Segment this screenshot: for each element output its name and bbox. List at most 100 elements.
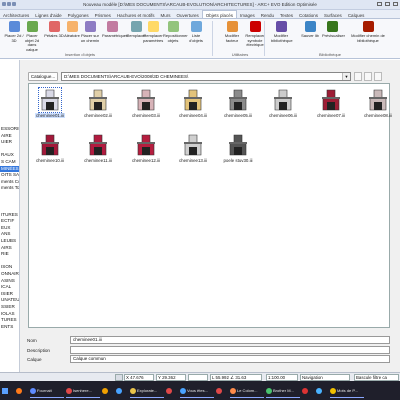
tree-item[interactable]: ANS bbox=[0, 231, 19, 238]
tab-13[interactable]: Calques bbox=[345, 11, 368, 18]
ribbon-button-13[interactable]: Sauver lib bbox=[300, 21, 320, 51]
tree-item[interactable]: AIRE bbox=[0, 133, 19, 140]
tree-item[interactable] bbox=[0, 67, 19, 74]
ribbon-button-9[interactable]: Liste d'objets bbox=[186, 21, 206, 51]
tree-item[interactable]: UNATEUR bbox=[0, 297, 19, 304]
filter-select[interactable]: Bascule filtre ca bbox=[354, 374, 399, 381]
tree-item[interactable]: ASINS bbox=[0, 278, 19, 285]
ribbon-button-4[interactable]: Placer sur un chemin bbox=[80, 21, 100, 51]
file-item[interactable]: cheminee05.iii bbox=[223, 88, 253, 122]
file-item[interactable]: cheminee11.iii bbox=[83, 133, 113, 167]
tab-7[interactable]: Objets placés bbox=[201, 10, 237, 18]
taskbar-app[interactable]: Fournait bbox=[30, 383, 64, 398]
taskbar-app[interactable] bbox=[102, 383, 114, 398]
tree-item[interactable]: ments Con bbox=[0, 179, 19, 186]
tree-item[interactable]: AIRS bbox=[0, 245, 19, 252]
taskbar-app[interactable] bbox=[216, 383, 228, 398]
tree-item[interactable] bbox=[0, 106, 19, 113]
tree-item[interactable] bbox=[0, 100, 19, 107]
tree-item[interactable]: S CAM bbox=[0, 159, 19, 166]
tree-item[interactable] bbox=[0, 258, 19, 265]
ribbon-button-10[interactable]: Modifier facteur bbox=[222, 21, 242, 51]
x-coord[interactable]: X 47.676 bbox=[124, 374, 154, 381]
taskbar-app[interactable]: Brother M... bbox=[266, 383, 300, 398]
file-item[interactable]: cheminee02.iii bbox=[83, 88, 113, 122]
tree-item[interactable]: LEUBS bbox=[0, 238, 19, 245]
length-angle[interactable]: L 55.992 ∠ 31.63 bbox=[210, 374, 262, 381]
tree-item[interactable] bbox=[0, 119, 19, 126]
tree-item[interactable] bbox=[0, 93, 19, 100]
tab-4[interactable]: Hachures et motifs bbox=[114, 11, 158, 18]
ribbon-button-1[interactable]: Placer objet 2d dans calque bbox=[22, 21, 42, 51]
tree-item[interactable]: ESSORIES bbox=[0, 126, 19, 133]
file-item[interactable]: cheminee07.iii bbox=[316, 88, 346, 122]
tree-item[interactable] bbox=[0, 198, 19, 205]
tab-5[interactable]: Murs bbox=[157, 11, 173, 18]
tree-item[interactable] bbox=[0, 60, 19, 67]
file-item[interactable]: cheminee10.iii bbox=[35, 133, 65, 167]
taskbar-app[interactable]: Isenhere... bbox=[66, 383, 100, 398]
tab-11[interactable]: Cotations bbox=[296, 11, 321, 18]
tree-item[interactable] bbox=[0, 337, 19, 344]
taskbar-app[interactable] bbox=[302, 383, 314, 398]
tree-item[interactable]: SSIER bbox=[0, 304, 19, 311]
tree-item[interactable]: ments Tom bbox=[0, 185, 19, 192]
tree-item[interactable]: IOLAS bbox=[0, 311, 19, 318]
ribbon-button-8[interactable]: Repositionner objets bbox=[163, 21, 188, 51]
tree-item[interactable]: EUX bbox=[0, 225, 19, 232]
catalog-button[interactable]: Catalogue... bbox=[28, 72, 58, 81]
tree-item[interactable] bbox=[0, 344, 19, 351]
file-item[interactable]: cheminee08.iii bbox=[363, 88, 393, 122]
window-controls[interactable] bbox=[374, 2, 398, 8]
ribbon-button-2[interactable]: Pétales 3D bbox=[44, 21, 64, 51]
ribbon-button-3[interactable]: Aléatoire bbox=[62, 21, 82, 51]
taskbar-app[interactable]: Vous êtes... bbox=[180, 383, 214, 398]
ribbon-button-5[interactable]: Paramétriques bbox=[102, 21, 128, 51]
tree-item[interactable] bbox=[0, 113, 19, 120]
tree-item[interactable] bbox=[0, 86, 19, 93]
tab-0[interactable]: Architectures bbox=[0, 11, 32, 18]
tree-item[interactable]: ENTS bbox=[0, 324, 19, 331]
tree-item[interactable]: RAUX bbox=[0, 152, 19, 159]
tree-item[interactable]: MINÉES bbox=[0, 165, 19, 173]
tab-12[interactable]: Surfaces bbox=[321, 11, 345, 18]
ribbon-button-14[interactable]: Prévisualiser bbox=[322, 21, 345, 51]
tree-item[interactable]: ITURES bbox=[0, 212, 19, 219]
ribbon-button-15[interactable]: Modifier chemin de bibliothèque bbox=[345, 21, 391, 51]
tree-item[interactable]: ECTIF bbox=[0, 218, 19, 225]
taskbar-app[interactable] bbox=[16, 383, 28, 398]
tree-item[interactable] bbox=[0, 350, 19, 357]
y-coord[interactable]: Y 29.362 bbox=[156, 374, 186, 381]
tab-10[interactable]: Textes bbox=[277, 11, 296, 18]
tree-item[interactable]: ISIER bbox=[0, 291, 19, 298]
mode-select[interactable]: Navigation bbox=[300, 374, 350, 381]
description-field[interactable] bbox=[70, 346, 390, 354]
file-item[interactable]: cheminee01.iii bbox=[35, 87, 65, 122]
tree-item[interactable]: ICAL bbox=[0, 284, 19, 291]
path-field[interactable]: D:\MES DOCUMENTS\ARCAUB-EVO\2008\3D CHEM… bbox=[61, 72, 351, 81]
tab-8[interactable]: Images bbox=[237, 11, 258, 18]
tree-item[interactable]: OITS SAN bbox=[0, 172, 19, 179]
tree-item[interactable]: ONNAIRES bbox=[0, 271, 19, 278]
tree-item[interactable] bbox=[0, 73, 19, 80]
scale-select[interactable]: 1:100.00 bbox=[266, 374, 298, 381]
ribbon-button-12[interactable]: Modifier bibliothèque bbox=[271, 21, 293, 51]
tab-1[interactable]: Lignes d'aide bbox=[32, 11, 64, 18]
tab-9[interactable]: Rendu bbox=[258, 11, 277, 18]
tree-item[interactable]: UIER bbox=[0, 139, 19, 146]
up-folder-icon[interactable] bbox=[354, 72, 362, 81]
taskbar-app[interactable] bbox=[316, 383, 328, 398]
file-list[interactable]: cheminee01.iii cheminee02.iii cheminee03.i… bbox=[28, 83, 393, 328]
tab-2[interactable]: Polygones bbox=[65, 11, 92, 18]
file-item[interactable]: cheminee06.iii bbox=[268, 88, 298, 122]
tree-item[interactable] bbox=[0, 80, 19, 87]
chevron-down-icon[interactable]: ▼ bbox=[342, 73, 350, 80]
ribbon-button-7[interactable]: Remplacer paramètres bbox=[143, 21, 163, 51]
taskbar-app[interactable] bbox=[116, 383, 128, 398]
tree-item[interactable] bbox=[0, 205, 19, 212]
view-mode-icon[interactable] bbox=[374, 72, 382, 81]
taskbar-app[interactable] bbox=[166, 383, 178, 398]
library-tree[interactable]: ESSORIESAIREUIERRAUXS CAMMINÉESOITS SANm… bbox=[0, 60, 20, 372]
file-item[interactable]: cheminee03.iii bbox=[131, 88, 161, 122]
file-item[interactable]: cheminee13.iii bbox=[178, 133, 208, 167]
